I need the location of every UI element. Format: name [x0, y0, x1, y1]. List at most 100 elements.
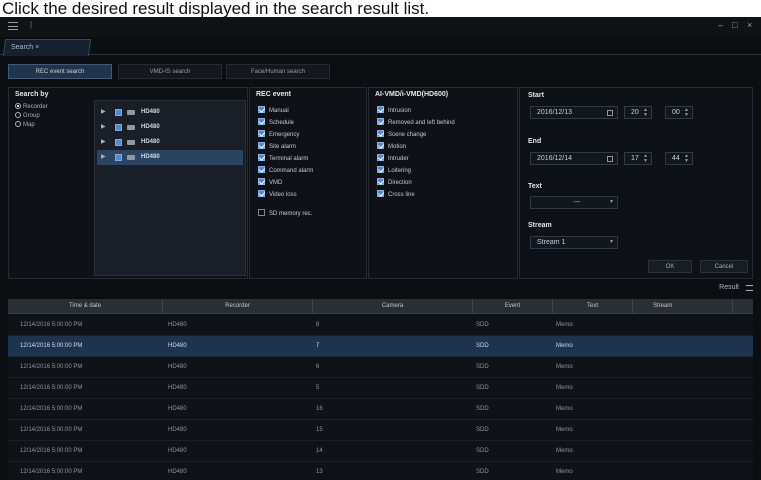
- tree-item-recorder-selected[interactable]: ▶ HD480: [97, 150, 243, 165]
- start-hour-stepper[interactable]: 20 ▲ ▼: [624, 106, 652, 119]
- column-header-recorder[interactable]: Recorder: [163, 299, 313, 314]
- expand-arrow-icon[interactable]: ▶: [101, 120, 106, 135]
- ok-button[interactable]: OK: [648, 260, 692, 273]
- hamburger-menu-icon[interactable]: [8, 22, 18, 30]
- checkbox-icon: [377, 190, 384, 197]
- spin-arrows-icon[interactable]: ▲ ▼: [684, 108, 689, 118]
- checkbox-icon: [258, 106, 265, 113]
- rec-event-checkbox[interactable]: Command alarm: [258, 166, 313, 175]
- cancel-button[interactable]: Cancel: [700, 260, 748, 273]
- rec-event-checkbox[interactable]: Terminal alarm: [258, 154, 308, 163]
- cell-camera: 16: [316, 406, 323, 412]
- sd-memory-checkbox[interactable]: SD memory rec.: [258, 209, 312, 218]
- recorder-icon: [127, 155, 135, 160]
- cell-time: 12/14/2016 5:00:00 PM: [20, 322, 83, 328]
- rec-event-checkbox[interactable]: VMD: [258, 178, 282, 187]
- ai-vmd-label: Direction: [388, 180, 412, 186]
- stream-select[interactable]: Stream 1 ▾: [530, 236, 618, 249]
- column-header-text[interactable]: Text: [553, 299, 633, 314]
- checkbox-icon[interactable]: [115, 139, 122, 146]
- rec-event-search-button[interactable]: REC event search: [8, 64, 112, 79]
- tree-item-recorder[interactable]: ▶ HD480: [97, 120, 243, 135]
- ai-vmd-checkbox[interactable]: Intruder: [377, 154, 409, 163]
- cell-recorder: HD480: [168, 364, 187, 370]
- ai-vmd-label: Intruder: [388, 156, 409, 162]
- calendar-icon[interactable]: [607, 110, 613, 116]
- checkbox-icon[interactable]: [115, 154, 122, 161]
- cell-recorder: HD480: [168, 322, 187, 328]
- result-label: Result: [719, 284, 739, 291]
- table-row[interactable]: 12/14/2016 5:00:00 PM HD480 16 SDD Memo: [8, 399, 753, 420]
- list-menu-icon[interactable]: [746, 285, 753, 291]
- end-date-field[interactable]: 2016/12/14: [530, 152, 618, 165]
- minimize-icon[interactable]: –: [718, 20, 723, 30]
- radio-recorder[interactable]: Recorder: [15, 103, 48, 111]
- ai-vmd-checkbox[interactable]: Motion: [377, 142, 406, 151]
- spin-arrows-icon[interactable]: ▲ ▼: [643, 108, 648, 118]
- rec-event-label: Video loss: [269, 192, 297, 198]
- text-select[interactable]: --- ▾: [530, 196, 618, 209]
- expand-arrow-icon[interactable]: ▶: [101, 135, 106, 150]
- cell-recorder: HD480: [168, 385, 187, 391]
- tab-bar: Search ×: [0, 37, 761, 56]
- stream-label: Stream: [528, 222, 552, 229]
- ai-vmd-checkbox[interactable]: Loitering: [377, 166, 411, 175]
- calendar-icon[interactable]: [607, 156, 613, 162]
- tree-item-recorder[interactable]: ▶ HD480: [97, 135, 243, 150]
- start-minute-stepper[interactable]: 00 ▲ ▼: [665, 106, 693, 119]
- cell-time: 12/14/2016 5:00:00 PM: [20, 427, 83, 433]
- ai-vmd-checkbox[interactable]: Cross line: [377, 190, 415, 199]
- cell-camera: 13: [316, 469, 323, 475]
- table-row[interactable]: 12/14/2016 5:00:00 PM HD480 13 SDD Memo: [8, 462, 753, 480]
- face-human-search-button[interactable]: Face/Human search: [226, 64, 330, 79]
- chevron-down-icon: ▾: [609, 199, 613, 205]
- rec-event-checkbox[interactable]: Site alarm: [258, 142, 296, 151]
- table-row[interactable]: 12/14/2016 5:00:00 PM HD480 8 SDD Memo: [8, 315, 753, 336]
- checkbox-icon: [377, 166, 384, 173]
- rec-event-checkbox[interactable]: Manual: [258, 106, 289, 115]
- tab-search[interactable]: Search ×: [2, 39, 92, 56]
- ai-vmd-checkbox[interactable]: Scene change: [377, 130, 426, 139]
- rec-event-checkbox[interactable]: Schedule: [258, 118, 294, 127]
- cell-text: Memo: [556, 364, 573, 370]
- cell-camera: 14: [316, 448, 323, 454]
- end-hour-stepper[interactable]: 17 ▲ ▼: [624, 152, 652, 165]
- result-bar: Result: [8, 282, 753, 298]
- rec-event-label: Manual: [269, 108, 289, 114]
- table-row[interactable]: 12/14/2016 5:00:00 PM HD480 6 SDD Memo: [8, 357, 753, 378]
- start-date-field[interactable]: 2016/12/13: [530, 106, 618, 119]
- column-header-stream[interactable]: Stream: [633, 299, 733, 314]
- rec-event-label: VMD: [269, 180, 283, 186]
- checkbox-icon: [377, 130, 384, 137]
- expand-arrow-icon[interactable]: ▶: [101, 150, 106, 165]
- table-row-selected[interactable]: 12/14/2016 5:00:00 PM HD480 7 SDD Memo: [8, 336, 753, 357]
- spin-arrows-icon[interactable]: ▲ ▼: [684, 154, 689, 164]
- checkbox-icon[interactable]: [115, 124, 122, 131]
- column-header-camera[interactable]: Camera: [313, 299, 473, 314]
- cell-time: 12/14/2016 5:00:00 PM: [20, 385, 83, 391]
- vmd-is-search-button[interactable]: VMD-IS search: [118, 64, 222, 79]
- close-icon[interactable]: ×: [747, 20, 752, 30]
- ai-vmd-checkbox[interactable]: Direction: [377, 178, 412, 187]
- expand-arrow-icon[interactable]: ▶: [101, 105, 106, 120]
- spin-arrows-icon[interactable]: ▲ ▼: [643, 154, 648, 164]
- rec-event-checkbox[interactable]: Emergency: [258, 130, 299, 139]
- radio-group[interactable]: Group: [15, 112, 40, 120]
- tree-item-label: HD480: [141, 109, 160, 115]
- end-minute-stepper[interactable]: 44 ▲ ▼: [665, 152, 693, 165]
- checkbox-icon: [258, 154, 265, 161]
- checkbox-icon: [377, 142, 384, 149]
- table-row[interactable]: 12/14/2016 5:00:00 PM HD480 14 SDD Memo: [8, 441, 753, 462]
- column-header-time[interactable]: Time & date: [8, 299, 163, 314]
- ai-vmd-checkbox[interactable]: Intrusion: [377, 106, 411, 115]
- cell-recorder: HD480: [168, 427, 187, 433]
- column-header-event[interactable]: Event: [473, 299, 553, 314]
- table-row[interactable]: 12/14/2016 5:00:00 PM HD480 5 SDD Memo: [8, 378, 753, 399]
- checkbox-icon[interactable]: [115, 109, 122, 116]
- ai-vmd-checkbox[interactable]: Removed and left behind: [377, 118, 455, 127]
- table-row[interactable]: 12/14/2016 5:00:00 PM HD480 15 SDD Memo: [8, 420, 753, 441]
- maximize-icon[interactable]: □: [732, 20, 737, 30]
- radio-map[interactable]: Map: [15, 121, 35, 129]
- rec-event-checkbox[interactable]: Video loss: [258, 190, 297, 199]
- tree-item-recorder[interactable]: ▶ HD480: [97, 105, 243, 120]
